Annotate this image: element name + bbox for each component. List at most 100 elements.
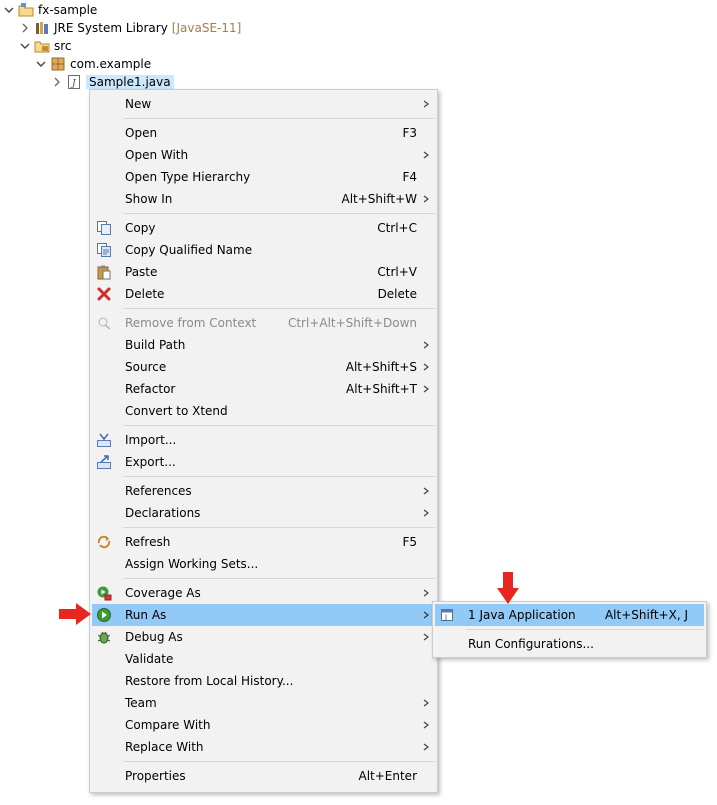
menu-item-new[interactable]: New (92, 93, 435, 115)
chevron-right-icon (422, 191, 430, 207)
chevron-right-icon (422, 739, 430, 755)
copy-icon (96, 220, 112, 236)
menu-label: Convert to Xtend (125, 404, 228, 418)
menu-label: Open Type Hierarchy (125, 170, 251, 184)
menu-separator (123, 578, 435, 579)
chevron-right-icon[interactable] (50, 75, 64, 89)
menu-separator (123, 476, 435, 477)
copy-qualified-icon (96, 242, 112, 258)
menu-label: Remove from Context (125, 316, 257, 330)
chevron-right-icon (422, 147, 430, 163)
menu-item-copy-qualified-name[interactable]: Copy Qualified Name (92, 239, 435, 261)
tree-item-package[interactable]: com.example (34, 55, 151, 73)
tree-label-src: src (54, 39, 72, 53)
delete-icon (96, 286, 112, 302)
menu-shortcut: F4 (402, 170, 417, 184)
menu-item-refresh[interactable]: Refresh F5 (92, 531, 435, 553)
submenu-item-java-application[interactable]: J 1 Java Application Alt+Shift+X, J (435, 604, 704, 626)
menu-label: Import... (125, 433, 177, 447)
menu-item-delete[interactable]: Delete Delete (92, 283, 435, 305)
menu-shortcut: F3 (402, 126, 417, 140)
menu-item-remove-from-context[interactable]: Remove from Context Ctrl+Alt+Shift+Down (92, 312, 435, 334)
menu-shortcut: Alt+Shift+T (346, 382, 417, 396)
annotation-arrow-down-icon (497, 572, 519, 604)
menu-item-open[interactable]: Open F3 (92, 122, 435, 144)
menu-separator (123, 118, 435, 119)
menu-label: Source (125, 360, 167, 374)
tree-item-jre[interactable]: JRE System Library [JavaSE-11] (18, 19, 241, 37)
menu-shortcut: Ctrl+C (377, 221, 417, 235)
chevron-down-icon[interactable] (34, 57, 48, 71)
menu-shortcut: Ctrl+V (377, 265, 417, 279)
menu-item-run-as[interactable]: Run As (92, 604, 435, 626)
menu-label: Build Path (125, 338, 186, 352)
chevron-down-icon[interactable] (2, 3, 16, 17)
menu-separator (123, 425, 435, 426)
menu-label: Refresh (125, 535, 171, 549)
menu-label: Refactor (125, 382, 176, 396)
java-file-icon: J (66, 74, 82, 90)
menu-item-source[interactable]: Source Alt+Shift+S (92, 356, 435, 378)
menu-label: Copy Qualified Name (125, 243, 253, 257)
tree-item-project[interactable]: fx-sample (2, 1, 97, 19)
menu-item-coverage-as[interactable]: Coverage As (92, 582, 435, 604)
menu-label: Assign Working Sets... (125, 557, 259, 571)
java-app-icon: J (439, 607, 455, 623)
debug-bug-icon (96, 629, 112, 645)
menu-shortcut: Ctrl+Alt+Shift+Down (287, 316, 417, 330)
menu-shortcut: Alt+Shift+S (345, 360, 417, 374)
menu-item-validate[interactable]: Validate (92, 648, 435, 670)
submenu-item-run-configurations[interactable]: Run Configurations... (435, 633, 704, 655)
menu-item-open-with[interactable]: Open With (92, 144, 435, 166)
menu-item-properties[interactable]: Properties Alt+Enter (92, 765, 435, 787)
tree-label-file: Sample1.java (86, 75, 174, 89)
menu-item-show-in[interactable]: Show In Alt+Shift+W (92, 188, 435, 210)
package-icon (50, 56, 66, 72)
paste-icon (96, 264, 112, 280)
menu-shortcut: Alt+Enter (358, 769, 417, 783)
chevron-right-icon (422, 359, 430, 375)
menu-item-convert-to-xtend[interactable]: Convert to Xtend (92, 400, 435, 422)
menu-item-debug-as[interactable]: Debug As (92, 626, 435, 648)
menu-item-references[interactable]: References (92, 480, 435, 502)
menu-separator (123, 761, 435, 762)
menu-item-compare-with[interactable]: Compare With (92, 714, 435, 736)
menu-item-copy[interactable]: Copy Ctrl+C (92, 217, 435, 239)
menu-item-build-path[interactable]: Build Path (92, 334, 435, 356)
chevron-right-icon (422, 695, 430, 711)
menu-item-team[interactable]: Team (92, 692, 435, 714)
menu-label: 1 Java Application (468, 608, 576, 622)
menu-label: Delete (125, 287, 165, 301)
menu-shortcut: F5 (402, 535, 417, 549)
chevron-right-icon (422, 585, 430, 601)
menu-label: Compare With (125, 718, 211, 732)
export-icon (96, 454, 112, 470)
chevron-down-icon[interactable] (18, 39, 32, 53)
remove-context-icon (96, 315, 112, 331)
menu-label: Open With (125, 148, 189, 162)
menu-label: Team (125, 696, 157, 710)
menu-shortcut: Delete (377, 287, 417, 301)
tree-item-src[interactable]: src (18, 37, 72, 55)
menu-item-open-type-hierarchy[interactable]: Open Type Hierarchy F4 (92, 166, 435, 188)
annotation-arrow-right-icon (59, 603, 91, 625)
menu-item-declarations[interactable]: Declarations (92, 502, 435, 524)
menu-item-import[interactable]: Import... (92, 429, 435, 451)
menu-label: Properties (125, 769, 186, 783)
menu-item-paste[interactable]: Paste Ctrl+V (92, 261, 435, 283)
menu-label: Show In (125, 192, 173, 206)
svg-text:J: J (444, 614, 447, 622)
menu-label: References (125, 484, 192, 498)
menu-item-replace-with[interactable]: Replace With (92, 736, 435, 758)
menu-shortcut: Alt+Shift+W (341, 192, 418, 206)
menu-label: Open (125, 126, 158, 140)
menu-label: Validate (125, 652, 174, 666)
tree-label-jre: JRE System Library (54, 21, 168, 35)
chevron-right-icon[interactable] (18, 21, 32, 35)
menu-separator (466, 629, 704, 630)
menu-item-refactor[interactable]: Refactor Alt+Shift+T (92, 378, 435, 400)
chevron-right-icon (422, 717, 430, 733)
menu-item-restore-local-history[interactable]: Restore from Local History... (92, 670, 435, 692)
menu-item-export[interactable]: Export... (92, 451, 435, 473)
menu-item-assign-working-sets[interactable]: Assign Working Sets... (92, 553, 435, 575)
